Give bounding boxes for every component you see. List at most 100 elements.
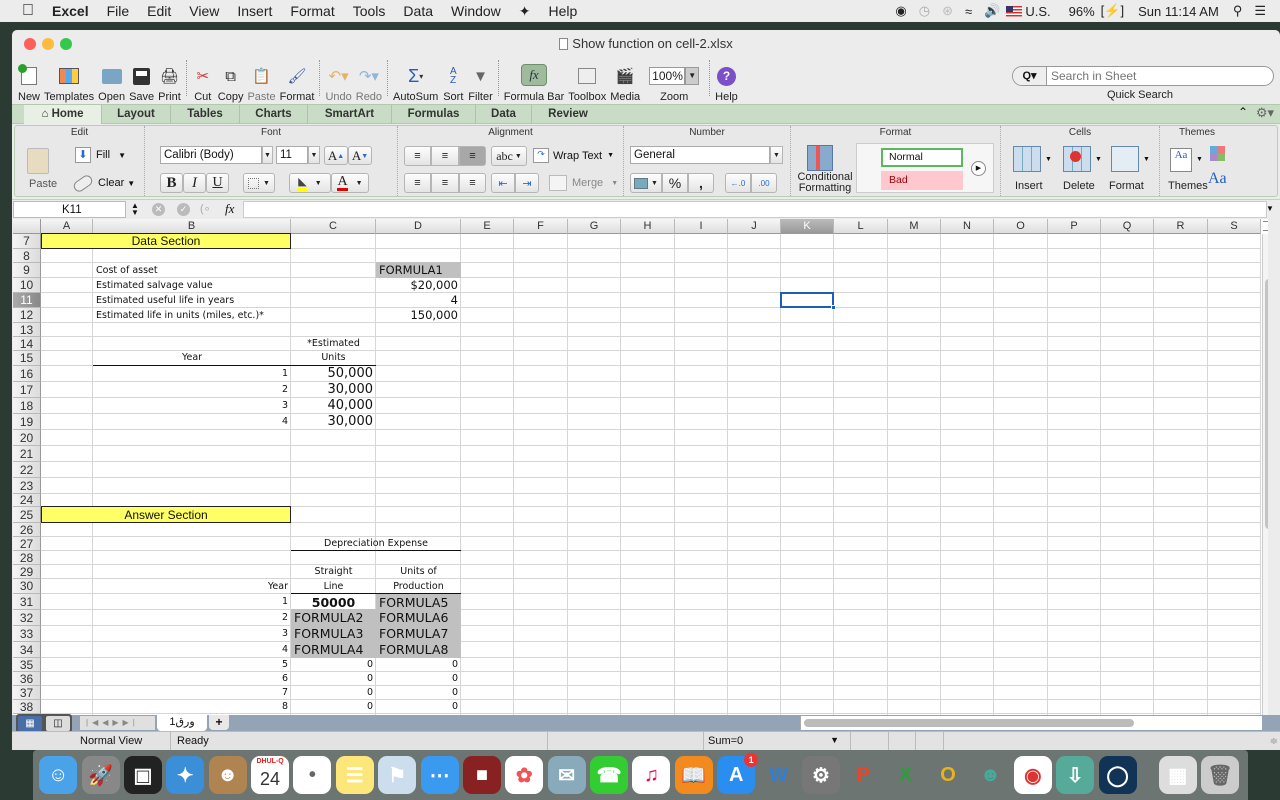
style-normal[interactable]: Normal <box>881 148 963 167</box>
dock-finder-icon[interactable]: ☺ <box>39 756 78 794</box>
align-center-button[interactable]: ≡ <box>431 173 459 193</box>
align-middle-button[interactable]: ≡ <box>431 146 459 166</box>
year-cell[interactable]: 6 <box>93 671 291 686</box>
insert-function-icon[interactable]: (∘ <box>200 202 211 215</box>
help-button[interactable]: ? Help <box>713 58 740 104</box>
year-cell[interactable]: 7 <box>93 685 291 700</box>
row-header-17[interactable]: 17 <box>13 382 41 398</box>
tab-data[interactable]: Data <box>476 105 532 124</box>
undo-button[interactable]: ↶▾ Undo <box>323 58 353 104</box>
menu-data[interactable]: Data <box>394 0 442 22</box>
decrease-indent-button[interactable]: ⇤ <box>491 173 515 193</box>
data-value-cell[interactable]: 150,000 <box>376 307 461 323</box>
cancel-formula-icon[interactable]: ✕ <box>152 203 165 216</box>
script-menu-icon[interactable]: ✦ <box>510 0 540 22</box>
row-header-19[interactable]: 19 <box>13 414 41 430</box>
year-cell[interactable]: 3 <box>93 625 291 642</box>
borders-button[interactable]: ▼ <box>243 173 275 193</box>
align-right-button[interactable]: ≡ <box>459 173 486 193</box>
dock-mail-icon[interactable]: ✉ <box>547 756 586 794</box>
dock-app-store-icon[interactable]: A1 <box>717 753 759 794</box>
format-cells-button[interactable]: ▼ Format <box>1107 144 1151 194</box>
templates-button[interactable]: Templates <box>42 58 96 104</box>
column-header-h[interactable]: H <box>621 219 675 234</box>
row-header-13[interactable]: 13 <box>13 323 41 337</box>
data-label-cell[interactable]: Cost of asset <box>93 262 291 278</box>
dock-itunes-icon[interactable]: ♫ <box>632 756 671 794</box>
menu-help[interactable]: Help <box>540 0 587 22</box>
save-button[interactable]: Save <box>127 58 156 104</box>
units-production-cell[interactable]: 0 <box>376 685 461 700</box>
row-header-36[interactable]: 36 <box>13 672 41 686</box>
straight-line-header-cell[interactable]: Line <box>291 578 376 594</box>
row-header-29[interactable]: 29 <box>13 565 41 579</box>
column-header-e[interactable]: E <box>461 219 514 234</box>
page-layout-view-button[interactable]: ◫ <box>46 716 70 731</box>
units-production-cell[interactable]: FORMULA8 <box>376 641 461 658</box>
name-box-stepper[interactable]: ▲ ▼ <box>128 202 142 217</box>
dock-cisco-webex-icon[interactable]: ◯ <box>1098 756 1137 794</box>
menu-format[interactable]: Format <box>281 0 343 22</box>
data-value-cell[interactable]: 4 <box>376 292 461 308</box>
dock-chrome-icon[interactable]: ◉ <box>1013 756 1052 794</box>
units-production-cell[interactable]: FORMULA5 <box>376 593 461 610</box>
dock-powerpoint-icon[interactable]: P <box>844 756 882 794</box>
units-cell[interactable]: 30,000 <box>291 413 376 430</box>
straight-line-cell[interactable]: 0 <box>291 671 376 686</box>
year-cell[interactable]: 4 <box>93 641 291 658</box>
row-header-35[interactable]: 35 <box>13 658 41 672</box>
resize-grip-icon[interactable]: ≑ <box>1270 736 1278 747</box>
column-header-i[interactable]: I <box>675 219 728 234</box>
column-header-f[interactable]: F <box>514 219 568 234</box>
tab-smartart[interactable]: SmartArt <box>308 105 392 124</box>
formula-bar-button[interactable]: fx Formula Bar <box>502 58 567 104</box>
year-cell[interactable]: 8 <box>93 699 291 714</box>
clock[interactable]: Sun 11:14 AM <box>1130 4 1225 19</box>
column-header-o[interactable]: O <box>994 219 1048 234</box>
align-top-button[interactable]: ≡ <box>404 146 431 166</box>
split-handle-icon[interactable] <box>1263 221 1268 231</box>
dock-excel-icon[interactable]: X <box>887 756 925 794</box>
menu-tools[interactable]: Tools <box>344 0 395 22</box>
row-header-31[interactable]: 31 <box>13 594 41 610</box>
row-header-7[interactable]: 7 <box>13 234 41 249</box>
units-production-cell[interactable]: 0 <box>376 657 461 672</box>
orientation-button[interactable]: abc ▼ <box>491 146 527 166</box>
row-header-37[interactable]: 37 <box>13 686 41 700</box>
column-header-r[interactable]: R <box>1154 219 1208 234</box>
row-header-14[interactable]: 14 <box>13 337 41 351</box>
bold-button[interactable]: B <box>160 173 183 193</box>
themes-button[interactable]: Aa ▼ Themes <box>1166 144 1208 194</box>
dock-contacts-icon[interactable]: ☻ <box>208 756 247 794</box>
select-all-corner[interactable] <box>13 219 41 234</box>
increase-indent-button[interactable]: ⇥ <box>515 173 539 193</box>
number-format-select[interactable]: General <box>630 146 770 164</box>
year-cell[interactable]: 5 <box>93 657 291 672</box>
units-production-header-cell[interactable]: Units of <box>376 564 461 579</box>
font-name-select[interactable]: Calibri (Body) <box>160 146 262 164</box>
units-production-cell[interactable]: 0 <box>376 671 461 686</box>
dock-calendar-icon[interactable]: DHUL-Q 24 <box>251 756 290 794</box>
tab-tables[interactable]: Tables <box>171 105 240 124</box>
italic-button[interactable]: I <box>183 173 206 193</box>
autosum-button[interactable]: Σ ▾ AutoSum <box>391 58 440 104</box>
straight-line-header-cell[interactable]: Straight <box>291 564 376 579</box>
year-cell[interactable]: 1 <box>93 365 291 382</box>
column-header-j[interactable]: J <box>728 219 781 234</box>
straight-line-cell[interactable]: FORMULA4 <box>291 641 376 658</box>
horizontal-scrollbar[interactable] <box>800 716 1262 730</box>
input-source[interactable]: U.S. <box>1022 4 1056 19</box>
wifi-icon[interactable]: ≈ <box>959 4 978 19</box>
dock-mission-control-icon[interactable]: ▣ <box>123 756 162 794</box>
menu-excel[interactable]: Excel <box>43 0 98 22</box>
tab-formulas[interactable]: Formulas <box>392 105 476 124</box>
theme-colors-button[interactable] <box>1210 146 1232 164</box>
menu-file[interactable]: File <box>98 0 139 22</box>
tab-home[interactable]: ⌂ Home <box>24 105 102 124</box>
year-header-cell[interactable]: Year <box>93 350 291 366</box>
comma-style-button[interactable]: , <box>688 173 714 193</box>
spotlight-icon[interactable]: ⚲ <box>1225 3 1249 19</box>
volume-icon[interactable]: 🔊 <box>978 3 1006 19</box>
row-header-26[interactable]: 26 <box>13 523 41 537</box>
row-header-12[interactable]: 12 <box>13 308 41 323</box>
